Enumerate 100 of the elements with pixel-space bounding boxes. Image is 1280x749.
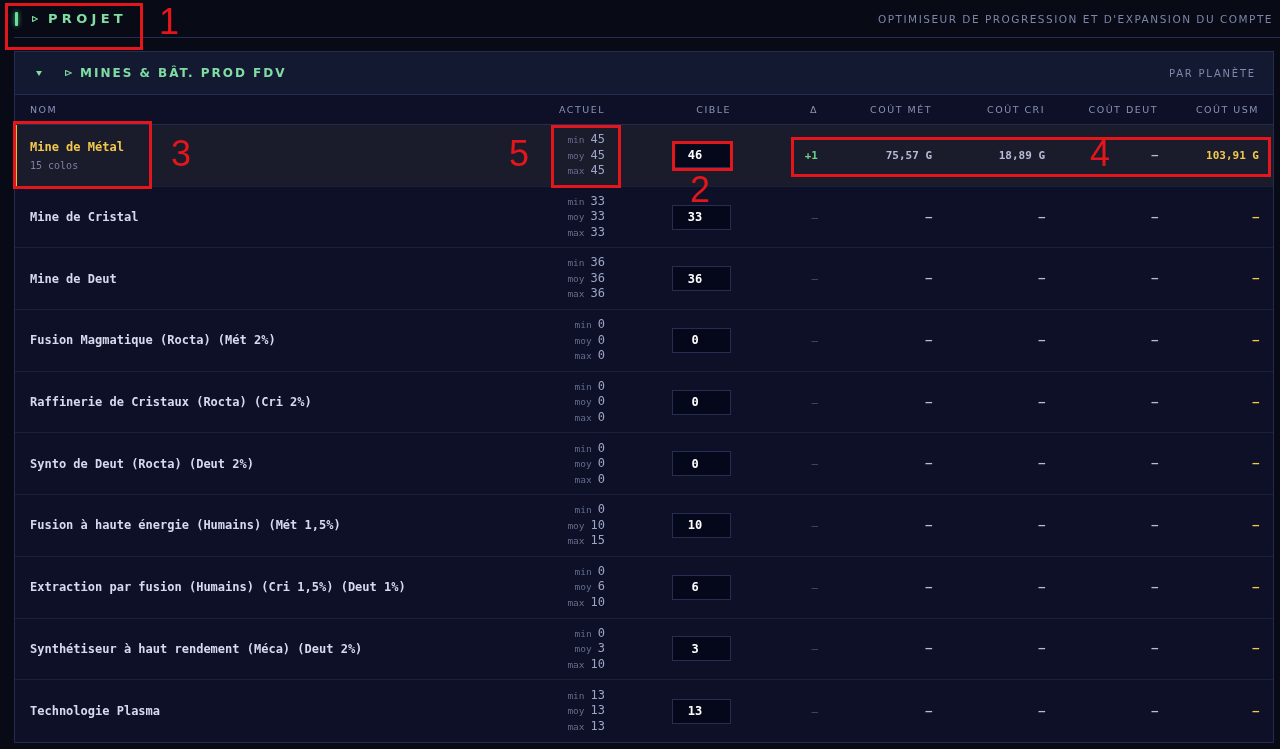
stat-label: min bbox=[567, 257, 585, 269]
stat-label: max bbox=[567, 658, 585, 670]
stat-value: 0 bbox=[597, 471, 605, 486]
stat-label: min bbox=[574, 565, 592, 577]
stat-value: 10 bbox=[590, 594, 605, 609]
target-input[interactable]: 13 bbox=[672, 698, 731, 724]
stat-label: min bbox=[574, 504, 592, 516]
target-input[interactable]: 6 bbox=[672, 574, 731, 600]
page-title: PROJET bbox=[48, 11, 127, 26]
stat-label: max bbox=[574, 411, 592, 423]
scope-label: PAR PLANÈTE bbox=[1168, 67, 1256, 79]
stat-value: 0 bbox=[597, 456, 605, 471]
column-header: COÛT MÉT bbox=[870, 104, 932, 115]
stat-value: 0 bbox=[597, 378, 605, 393]
stat-value: 13 bbox=[590, 703, 605, 718]
building-name: Mine de Métal bbox=[30, 139, 124, 154]
stat-label: moy bbox=[574, 396, 592, 408]
cost-value: — bbox=[1038, 333, 1045, 347]
stat-label: max bbox=[567, 535, 585, 547]
stat-value: 36 bbox=[590, 286, 605, 301]
stat-label: min bbox=[574, 442, 592, 454]
cost-value: — bbox=[1038, 642, 1045, 656]
stat-value: 0 bbox=[597, 440, 605, 455]
stat-label: moy bbox=[567, 272, 585, 284]
stat-value: 13 bbox=[590, 687, 605, 702]
delta-value: — bbox=[811, 580, 818, 594]
column-header: COÛT USM bbox=[1195, 104, 1259, 115]
delta-value: — bbox=[811, 210, 818, 224]
stat-value: 10 bbox=[590, 517, 605, 532]
stat-label: moy bbox=[567, 149, 585, 161]
caret-icon[interactable] bbox=[36, 70, 42, 76]
target-input[interactable]: 0 bbox=[672, 327, 731, 353]
target-input[interactable]: 33 bbox=[672, 204, 731, 230]
cost-value: — bbox=[1252, 704, 1259, 718]
target-input[interactable]: 10 bbox=[672, 512, 731, 538]
cost-value: — bbox=[1151, 518, 1158, 532]
stat-value: 0 bbox=[597, 348, 605, 363]
building-name: Synthétiseur à haut rendement (Méca) (Deut 2%) bbox=[30, 641, 363, 656]
stat-label: moy bbox=[574, 581, 592, 593]
stat-label: moy bbox=[574, 334, 592, 346]
target-input[interactable]: 0 bbox=[672, 451, 731, 477]
building-name: Synto de Deut (Rocta) (Deut 2%) bbox=[30, 456, 254, 471]
stat-value: 45 bbox=[590, 163, 605, 178]
target-input[interactable]: 36 bbox=[672, 266, 731, 292]
cost-value: — bbox=[925, 272, 932, 286]
annotation-number: 1 bbox=[159, 4, 180, 40]
cost-value: — bbox=[1252, 457, 1259, 471]
building-name: Fusion Magmatique (Rocta) (Mét 2%) bbox=[30, 333, 276, 348]
cost-value: — bbox=[925, 210, 932, 224]
target-input[interactable]: 3 bbox=[672, 636, 731, 662]
stat-label: moy bbox=[574, 458, 592, 470]
stat-value: 15 bbox=[590, 533, 605, 548]
cost-value: — bbox=[1038, 580, 1045, 594]
stat-label: min bbox=[567, 689, 585, 701]
column-header: COÛT DEUT bbox=[1088, 104, 1158, 115]
stat-value: 0 bbox=[597, 409, 605, 424]
stat-label: moy bbox=[567, 211, 585, 223]
delta-value: — bbox=[811, 704, 818, 718]
accent-bar-icon bbox=[15, 11, 18, 26]
stat-value: 36 bbox=[590, 270, 605, 285]
delta-value: — bbox=[811, 272, 818, 286]
stat-label: moy bbox=[567, 705, 585, 717]
stat-label: max bbox=[567, 596, 585, 608]
cost-value: — bbox=[1038, 518, 1045, 532]
cost-value: — bbox=[1252, 518, 1259, 532]
colony-count: 15 colos bbox=[30, 159, 79, 171]
cost-value: — bbox=[1252, 210, 1259, 224]
page-subtitle: OPTIMISEUR DE PROGRESSION ET D'EXPANSION DU COMPTE bbox=[877, 12, 1273, 25]
stat-label: min bbox=[574, 380, 592, 392]
building-name: Mine de Deut bbox=[30, 271, 117, 286]
cost-value: — bbox=[1151, 395, 1158, 409]
stat-value: 0 bbox=[597, 625, 605, 640]
stat-value: 13 bbox=[590, 718, 605, 733]
stat-value: 45 bbox=[590, 132, 605, 147]
annotation-number: 3 bbox=[171, 136, 192, 172]
building-name: Technologie Plasma bbox=[30, 704, 161, 719]
stat-label: max bbox=[574, 350, 592, 362]
stat-value: 3 bbox=[597, 641, 605, 656]
stat-label: max bbox=[567, 720, 585, 732]
stat-value: 0 bbox=[597, 502, 605, 517]
cost-value: — bbox=[1252, 642, 1259, 656]
stat-label: min bbox=[574, 319, 592, 331]
stat-label: max bbox=[567, 226, 585, 238]
cost-value: — bbox=[1151, 642, 1158, 656]
column-header: ACTUEL bbox=[558, 104, 605, 115]
cost-value: — bbox=[1252, 395, 1259, 409]
stat-value: 0 bbox=[597, 394, 605, 409]
building-name: Raffinerie de Cristaux (Rocta) (Cri 2%) bbox=[30, 395, 312, 410]
stat-value: 33 bbox=[590, 224, 605, 239]
stat-label: moy bbox=[567, 519, 585, 531]
delta-value: — bbox=[811, 642, 818, 656]
cost-value: — bbox=[925, 642, 932, 656]
cost-value: — bbox=[1151, 457, 1158, 471]
stat-value: 6 bbox=[597, 579, 605, 594]
cost-value: — bbox=[1151, 272, 1158, 286]
cost-value: — bbox=[1252, 333, 1259, 347]
annotation-frame bbox=[551, 125, 621, 188]
stat-value: 10 bbox=[590, 656, 605, 671]
stat-label: min bbox=[567, 195, 585, 207]
target-input[interactable]: 0 bbox=[672, 389, 731, 415]
